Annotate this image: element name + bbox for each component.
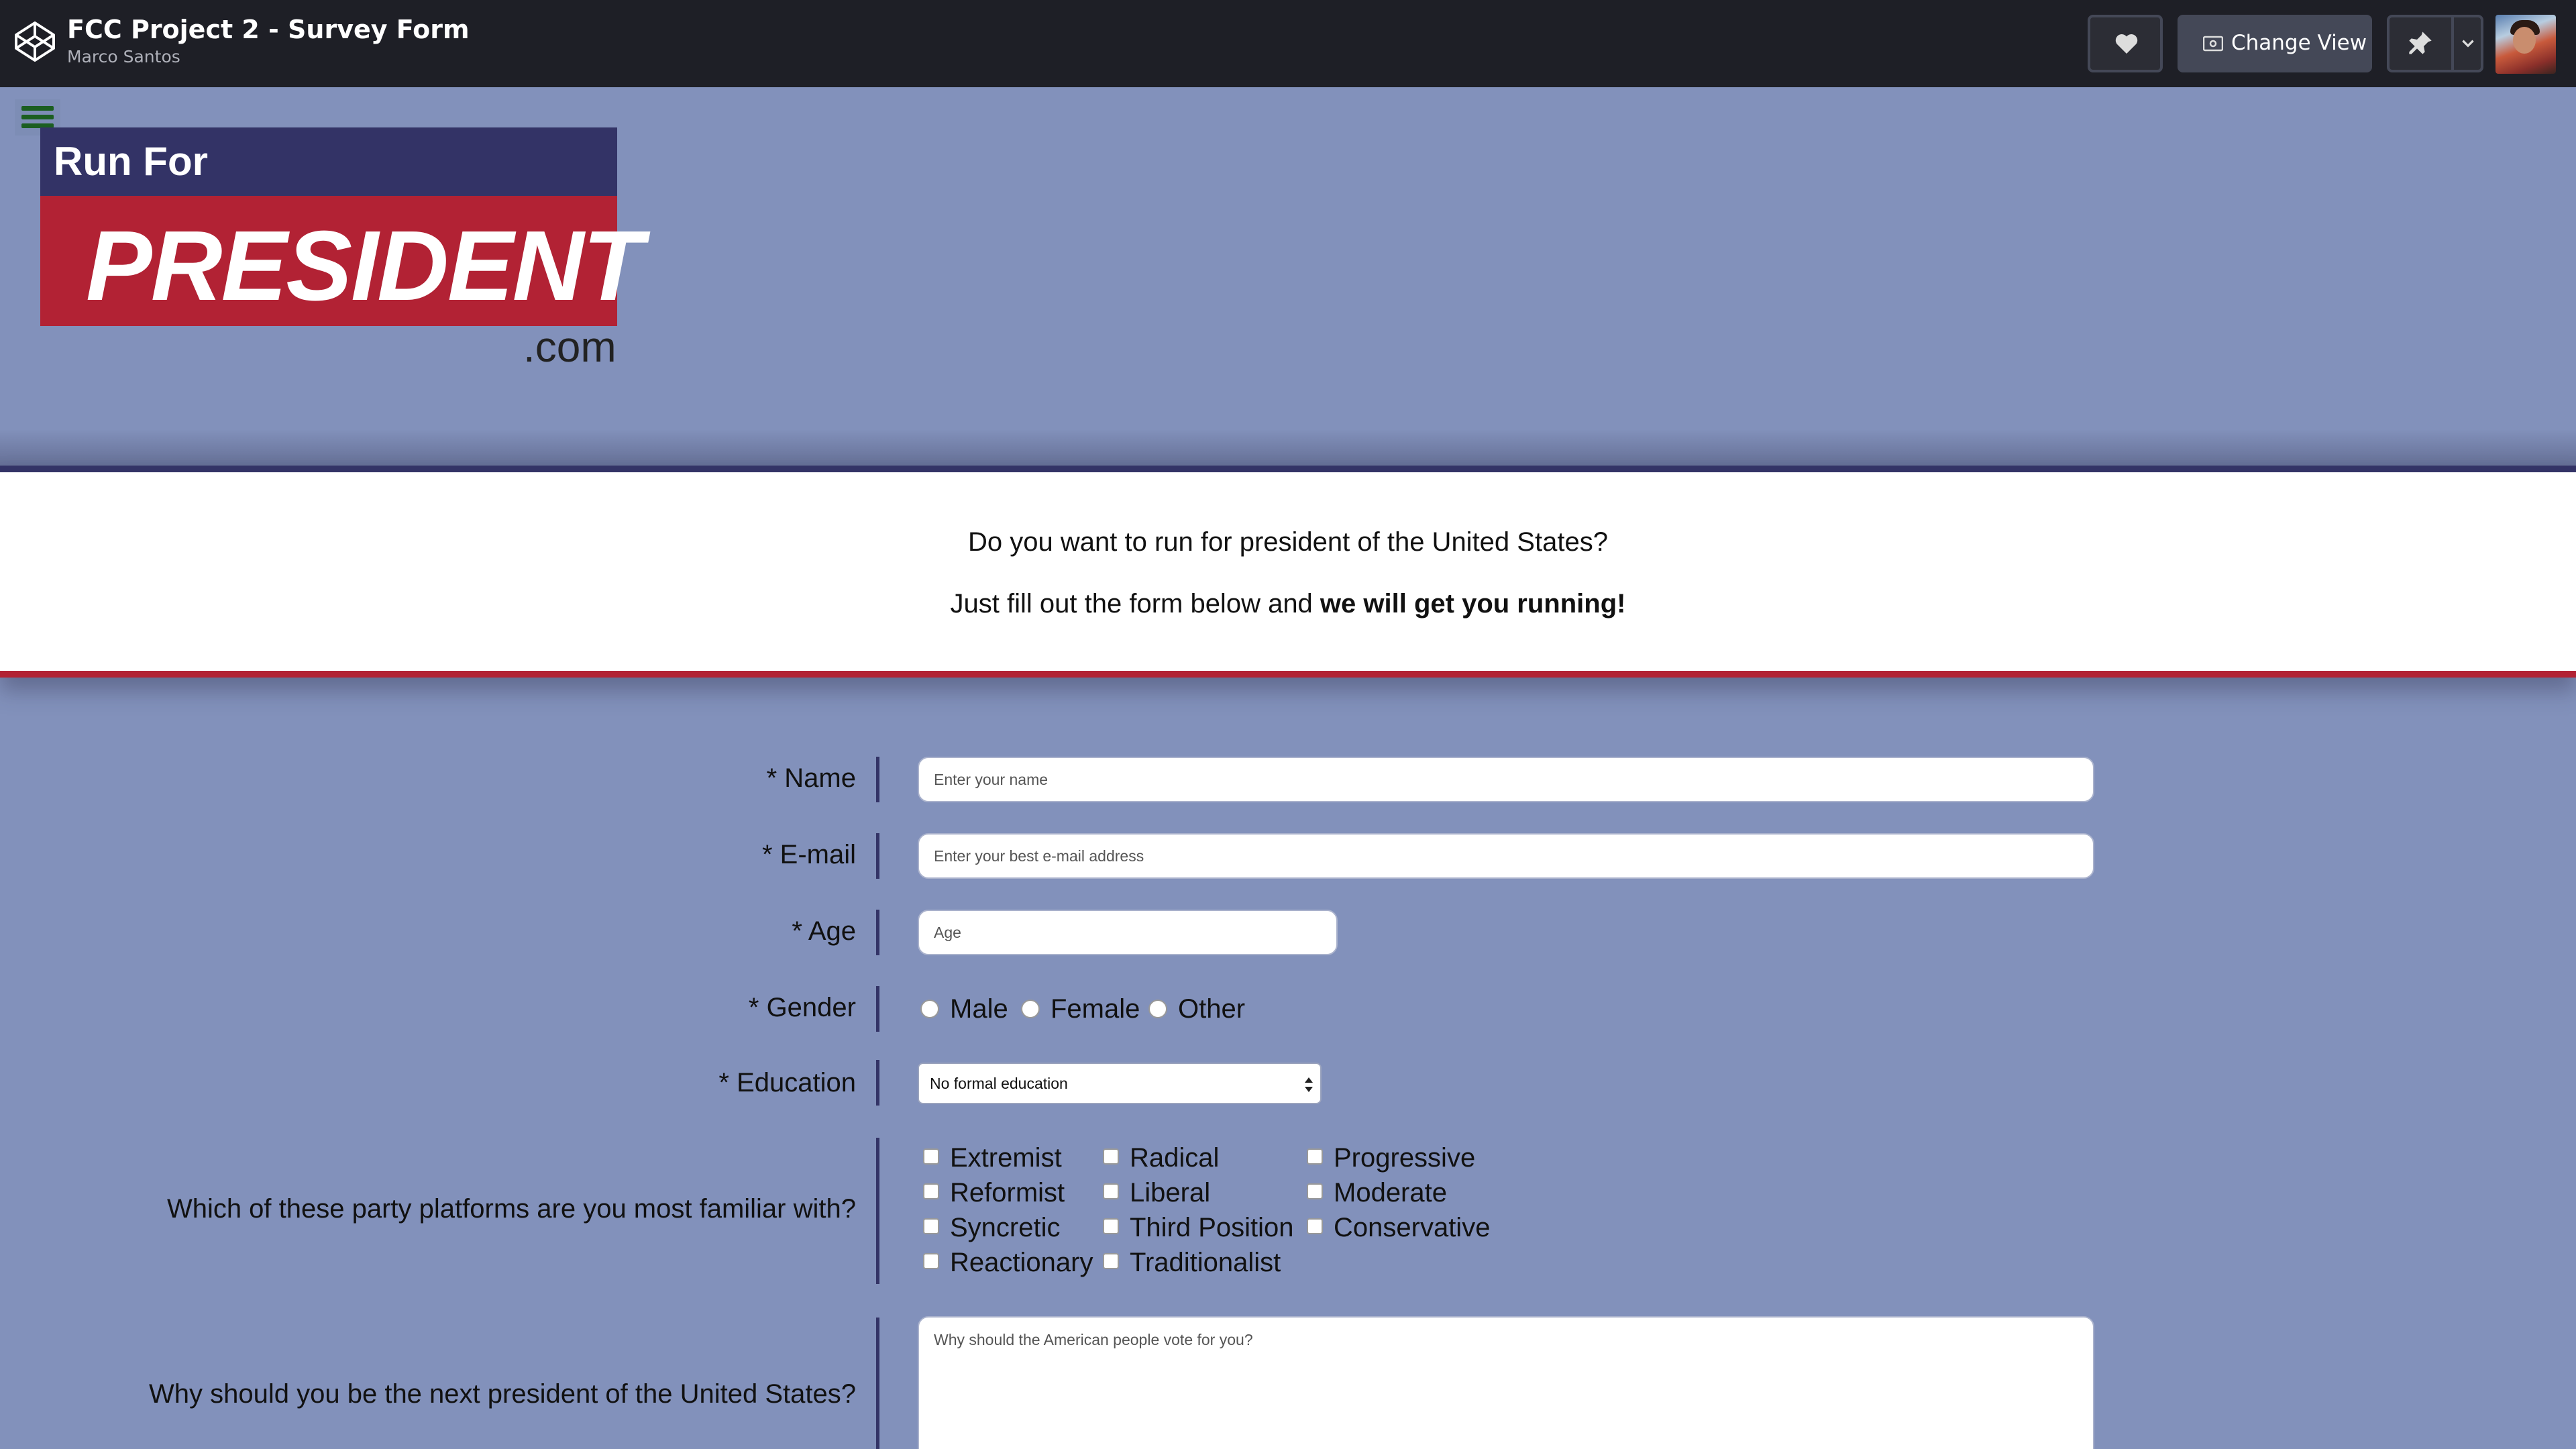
platform-label: Reformist <box>950 1178 1065 1208</box>
why-textarea[interactable] <box>919 1318 2093 1449</box>
email-label: * E-mail <box>761 840 856 869</box>
age-divider <box>876 910 879 955</box>
gender-label-other: Other <box>1178 994 1246 1024</box>
platform-checkbox[interactable] <box>1103 1253 1119 1269</box>
user-avatar[interactable] <box>2496 15 2556 74</box>
why-field[interactable] <box>918 1316 2094 1449</box>
pin-divider <box>2451 17 2454 70</box>
name-field[interactable] <box>918 757 2094 802</box>
change-view-label: Change View <box>2231 31 2367 55</box>
age-input[interactable] <box>919 911 1336 954</box>
banner-shadow <box>0 429 2576 470</box>
platform-label: Third Position <box>1130 1213 1294 1242</box>
education-label: * Education <box>718 1068 856 1097</box>
gender-options: Male Female Other <box>920 994 1323 1028</box>
gender-label-female: Female <box>1051 994 1140 1024</box>
platform-label: Moderate <box>1334 1178 1447 1208</box>
name-input[interactable] <box>919 758 2093 801</box>
gender-divider <box>876 986 879 1032</box>
eye-icon <box>2203 36 2223 52</box>
gender-radio-male[interactable] <box>920 1000 939 1018</box>
age-label: * Age <box>792 916 856 946</box>
intro-line-2-bold: we will get you running! <box>1320 589 1626 619</box>
education-divider <box>876 1060 879 1106</box>
platform-checkbox[interactable] <box>1103 1218 1119 1234</box>
platform-label: Reactionary <box>950 1248 1093 1277</box>
email-divider <box>876 833 879 879</box>
name-divider <box>876 757 879 802</box>
email-input[interactable] <box>919 835 2093 877</box>
platforms-label: Which of these party platforms are you m… <box>166 1194 856 1224</box>
change-view-button[interactable]: Change View <box>2178 15 2372 72</box>
platform-checkbox[interactable] <box>1307 1183 1323 1199</box>
pen-title[interactable]: FCC Project 2 - Survey Form <box>67 15 470 44</box>
intro-banner: Do you want to run for president of the … <box>0 466 2576 678</box>
select-arrows-icon <box>1305 1077 1313 1092</box>
name-label: * Name <box>766 763 856 793</box>
logo-line-1: Run For <box>54 139 208 184</box>
intro-line-2-text: Just fill out the form below and <box>950 589 1320 619</box>
platform-label: Radical <box>1130 1143 1220 1173</box>
pen-author[interactable]: Marco Santos <box>67 47 180 66</box>
education-value: No formal education <box>930 1075 1068 1092</box>
platform-checkbox[interactable] <box>923 1148 939 1165</box>
heart-icon <box>2115 34 2138 54</box>
platform-label: Extremist <box>950 1143 1062 1173</box>
age-field[interactable] <box>918 910 1338 955</box>
intro-line-1: Do you want to run for president of the … <box>968 527 1608 557</box>
email-field[interactable] <box>918 833 2094 879</box>
gender-label-male: Male <box>950 994 1008 1024</box>
intro-line-2: Just fill out the form below and we will… <box>0 589 2576 619</box>
platform-label: Syncretic <box>950 1213 1061 1242</box>
why-divider <box>876 1318 879 1449</box>
pin-icon[interactable] <box>2407 30 2434 56</box>
codepen-logo-icon[interactable] <box>13 20 56 63</box>
logo-line-3: .com <box>523 323 616 371</box>
gender-radio-other[interactable] <box>1148 1000 1167 1018</box>
why-label: Why should you be the next president of … <box>149 1379 856 1409</box>
platform-checkbox[interactable] <box>923 1183 939 1199</box>
platform-checkbox[interactable] <box>1103 1183 1119 1199</box>
platform-label: Liberal <box>1130 1178 1211 1208</box>
platform-checkbox[interactable] <box>1103 1148 1119 1165</box>
logo-line-2: PRESIDENT <box>86 211 643 321</box>
gender-label: * Gender <box>748 993 856 1022</box>
platform-label: Progressive <box>1334 1143 1476 1173</box>
platform-checkbox[interactable] <box>923 1218 939 1234</box>
chevron-down-icon[interactable] <box>2459 35 2477 52</box>
education-select[interactable]: No formal education <box>918 1063 1322 1104</box>
platform-checkbox[interactable] <box>923 1253 939 1269</box>
platform-label: Traditionalist <box>1130 1248 1281 1277</box>
logo-top-band: Run For <box>40 127 617 196</box>
like-button[interactable] <box>2088 15 2163 72</box>
platform-checkbox[interactable] <box>1307 1218 1323 1234</box>
platform-checkbox[interactable] <box>1307 1148 1323 1165</box>
logo-red-band: PRESIDENT <box>40 196 643 326</box>
top-bar: FCC Project 2 - Survey Form Marco Santos… <box>0 0 2576 87</box>
pin-button-group <box>2387 15 2483 72</box>
platform-label: Conservative <box>1334 1213 1491 1242</box>
gender-radio-female[interactable] <box>1021 1000 1040 1018</box>
platforms-divider <box>876 1138 879 1284</box>
